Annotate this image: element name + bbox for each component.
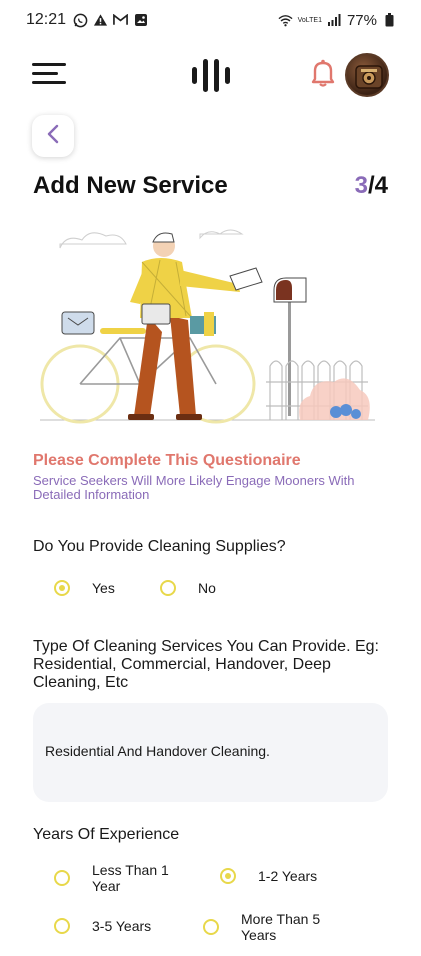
whatsapp-icon [73, 13, 88, 28]
status-left: 12:21 [26, 11, 148, 29]
app-header [0, 44, 421, 102]
step-current: 3 [354, 172, 368, 199]
gallery-icon [133, 13, 148, 28]
battery-percent: 77% [346, 11, 377, 29]
network-type-label: VoLTE1 [297, 16, 322, 24]
supplies-question: Do You Provide Cleaning Supplies? [33, 538, 286, 555]
radio-checked-icon [54, 580, 70, 596]
gmail-icon [113, 13, 128, 28]
back-button[interactable] [32, 115, 74, 157]
bell-icon[interactable] [310, 58, 336, 88]
battery-icon [382, 13, 397, 28]
service-types-question: Type Of Cleaning Services You Can Provid… [33, 638, 379, 691]
status-bar: 12:21 VoLTE1 77% [0, 0, 421, 40]
radio-unchecked-icon [203, 919, 219, 935]
wifi-icon [278, 13, 293, 28]
supplies-option-label: Yes [92, 580, 115, 596]
service-types-input[interactable]: Residential And Handover Cleaning. [33, 703, 388, 802]
page-title: Add New Service [33, 172, 228, 199]
supplies-option-yes[interactable]: Yes [54, 580, 115, 596]
step-total: 4 [374, 172, 388, 199]
service-types-value: Residential And Handover Cleaning. [45, 743, 270, 759]
supplies-option-label: No [198, 580, 216, 596]
hamburger-menu-icon[interactable] [32, 58, 68, 88]
questionnaire-subheading: Service Seekers Will More Likely Engage … [33, 473, 355, 502]
chevron-left-icon [46, 124, 60, 149]
alert-triangle-icon [93, 13, 108, 28]
signal-icon [327, 13, 342, 28]
status-right: VoLTE1 77% [278, 12, 397, 29]
radio-unchecked-icon [160, 580, 176, 596]
step-indicator: 3/4 [355, 172, 388, 200]
supplies-option-no[interactable]: No [160, 580, 216, 596]
experience-option-label: 3-5 Years [92, 918, 152, 934]
radio-unchecked-icon [54, 870, 70, 886]
experience-question: Years Of Experience [33, 826, 180, 843]
status-time: 12:21 [26, 11, 67, 28]
experience-option-more-than-5[interactable]: More Than 5 Years [203, 911, 341, 943]
questionnaire-heading: Please Complete This Questionaire [33, 452, 301, 469]
brand-logo-icon [188, 56, 234, 94]
experience-option-1-2[interactable]: 1-2 Years [220, 868, 317, 884]
experience-option-label: Less Than 1 Year [92, 862, 169, 894]
avatar[interactable] [345, 53, 389, 97]
experience-option-3-5[interactable]: 3-5 Years [54, 918, 151, 934]
radio-checked-icon [220, 868, 236, 884]
step-separator: / [367, 172, 375, 199]
experience-option-label: 1-2 Years [258, 868, 318, 884]
experience-option-label: More Than 5 Years [241, 911, 321, 943]
delivery-person-illustration [30, 220, 390, 430]
experience-option-less-than-1[interactable]: Less Than 1 Year [54, 862, 184, 894]
radio-unchecked-icon [54, 918, 70, 934]
